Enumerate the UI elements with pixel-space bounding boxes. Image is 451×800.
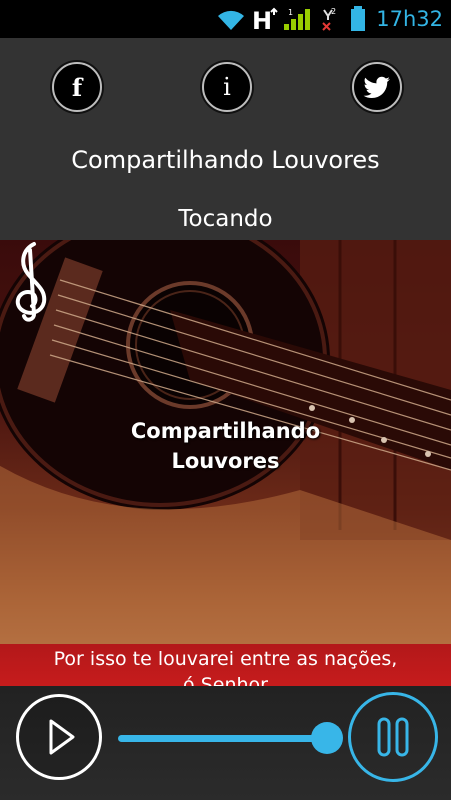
status-bar: H 1 2 17h32	[0, 0, 451, 38]
signal-icon: 1	[282, 0, 312, 38]
twitter-bird-icon	[363, 76, 390, 98]
info-button[interactable]: i	[202, 62, 252, 112]
sim2-no-signal-icon: 2	[318, 0, 338, 38]
facebook-icon: f	[71, 72, 83, 102]
pause-button[interactable]	[348, 692, 438, 782]
logo-line-1: Compartilhando	[130, 419, 321, 443]
volume-slider-thumb[interactable]	[311, 722, 343, 754]
battery-icon	[350, 0, 366, 38]
clock: 17h32	[376, 7, 443, 31]
svg-text:2: 2	[331, 7, 336, 16]
playback-status: Tocando	[178, 206, 273, 232]
pause-icon	[377, 717, 409, 757]
facebook-button[interactable]: f	[52, 62, 102, 112]
artwork-logo-text: Compartilhando Louvores	[0, 416, 451, 476]
station-title: Compartilhando Louvores	[71, 146, 380, 174]
twitter-button[interactable]	[352, 62, 402, 112]
treble-clef-icon	[15, 242, 47, 322]
svg-text:1: 1	[288, 8, 293, 17]
wifi-icon	[216, 0, 246, 38]
play-icon	[49, 719, 75, 755]
album-artwork: Compartilhando Louvores Por isso te louv…	[0, 240, 451, 686]
header-panel: f i Compartilhando Louvores Tocando	[0, 38, 451, 240]
hspa-icon: H	[252, 0, 286, 38]
play-button[interactable]	[16, 694, 102, 780]
player-controls	[0, 686, 451, 800]
volume-slider-track[interactable]	[118, 735, 328, 742]
info-icon: i	[223, 73, 231, 101]
lyric-line-2: ó Senhor	[183, 674, 268, 686]
svg-text:H: H	[252, 7, 272, 33]
lyric-line-1: Por isso te louvarei entre as nações,	[53, 648, 398, 670]
logo-line-2: Louvores	[171, 449, 280, 473]
